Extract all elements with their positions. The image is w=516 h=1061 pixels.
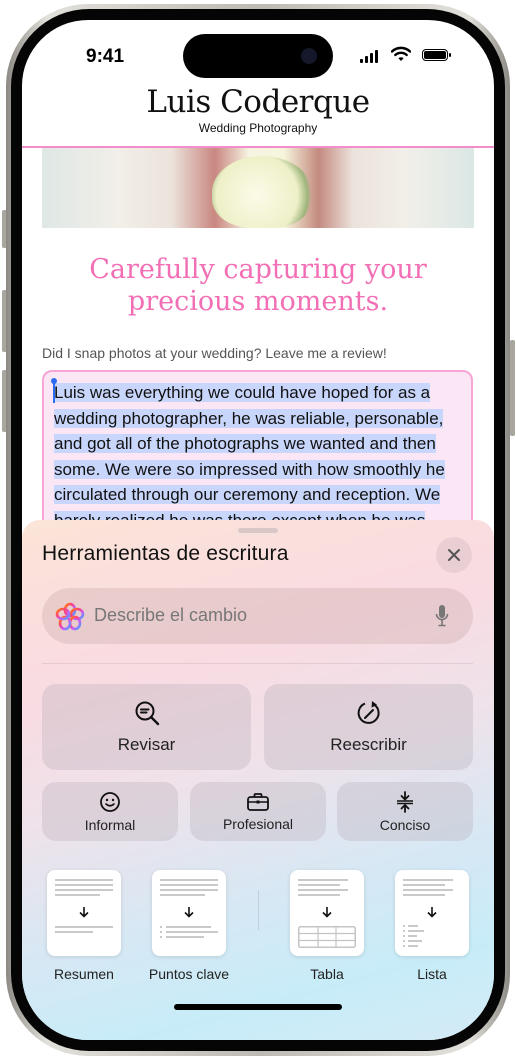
tone-professional-button[interactable]: Profesional (190, 782, 326, 841)
battery-icon (422, 49, 451, 61)
bouquet-shape (212, 156, 312, 228)
tone-informal-button[interactable]: Informal (42, 782, 178, 841)
table-doc-button[interactable] (290, 870, 364, 956)
tagline-line-1: Carefully capturing your (89, 254, 427, 285)
home-indicator[interactable] (174, 1004, 342, 1010)
hero-image-bouquet (42, 148, 474, 228)
tone-informal-label: Informal (84, 816, 136, 833)
tone-professional-label: Profesional (222, 815, 294, 832)
describe-change-input[interactable]: Describe el cambio (42, 588, 473, 644)
wifi-icon (391, 46, 411, 61)
tagline-line-2: precious moments. (127, 286, 389, 317)
key-points-label: Puntos clave (148, 966, 230, 982)
list-label: Lista (417, 966, 447, 982)
summary-doc-button[interactable] (47, 870, 121, 956)
sheet-divider (42, 663, 473, 664)
tone-concise-button[interactable]: Conciso (337, 782, 473, 841)
proofread-icon (135, 701, 159, 726)
review-prompt: Did I snap photos at your wedding? Leave… (42, 345, 387, 361)
table-label: Tabla (310, 966, 344, 982)
review-textarea[interactable]: Luis was everything we could have hoped … (42, 370, 473, 540)
apple-intelligence-icon (55, 602, 85, 631)
proofread-button[interactable]: Revisar (42, 684, 251, 770)
tone-concise-label: Conciso (379, 816, 431, 833)
writing-tools-sheet: Herramientas de escritura Describe el ca… (22, 520, 494, 1040)
list-doc-button[interactable] (395, 870, 469, 956)
power-button[interactable] (510, 340, 515, 436)
summary-label: Resumen (54, 966, 114, 982)
selection-caret[interactable] (51, 378, 57, 403)
close-button[interactable] (436, 537, 472, 573)
describe-change-placeholder: Describe el cambio (94, 605, 248, 625)
rewrite-label: Reescribir (330, 735, 407, 754)
dynamic-island (183, 34, 333, 78)
briefcase-icon (247, 792, 269, 811)
key-points-doc-button[interactable] (152, 870, 226, 956)
format-separator (258, 890, 259, 930)
phone-screen: 9:41 Luis Coderque Wedding Photography C… (22, 20, 494, 1040)
rewrite-icon (357, 701, 380, 724)
rewrite-button[interactable]: Reescribir (264, 684, 473, 770)
microphone-icon[interactable] (435, 604, 449, 628)
cellular-signal-icon (360, 50, 378, 63)
site-title[interactable]: Luis Coderque (22, 84, 494, 120)
proofread-label: Revisar (117, 735, 176, 754)
writing-tools-title: Herramientas de escritura (42, 542, 289, 565)
compress-icon (397, 790, 413, 813)
tagline: Carefully capturing your precious moment… (22, 254, 494, 318)
review-selected-text[interactable]: Luis was everything we could have hoped … (54, 383, 445, 538)
close-icon (448, 549, 460, 561)
status-time: 9:41 (86, 46, 125, 67)
smiley-icon (100, 791, 120, 812)
site-subtitle: Wedding Photography (198, 121, 318, 135)
sheet-grabber[interactable] (238, 528, 278, 533)
camera-icon (301, 48, 317, 64)
